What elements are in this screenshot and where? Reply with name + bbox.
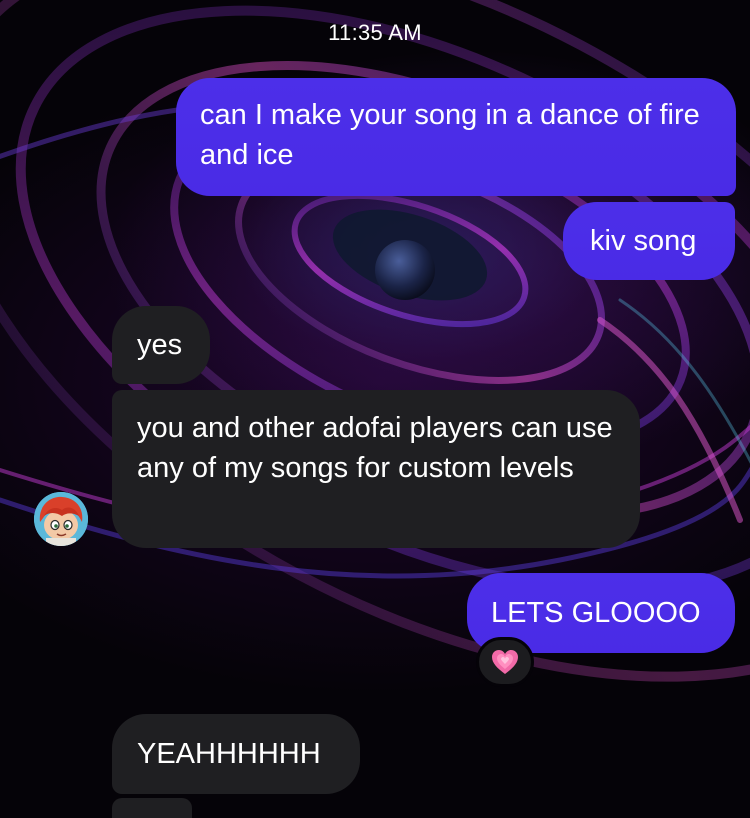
sent-message-bubble[interactable]: kiv song xyxy=(563,202,735,280)
timestamp: 11:35 AM xyxy=(328,20,422,45)
message-text: LETS GLOOOO xyxy=(491,597,701,629)
message-text: YEAHHHHHH xyxy=(137,738,321,770)
received-message-bubble-partial[interactable] xyxy=(112,798,192,818)
received-message-bubble[interactable]: yes xyxy=(112,306,210,384)
message-text: can I make your song in a dance of fire … xyxy=(200,99,700,171)
message-reaction[interactable] xyxy=(476,637,534,687)
message-text: yes xyxy=(137,329,183,361)
message-text: kiv song xyxy=(590,225,697,257)
sent-message-bubble[interactable]: can I make your song in a dance of fire … xyxy=(176,78,736,196)
received-message-bubble[interactable]: you and other adofai players can use any… xyxy=(112,390,640,548)
cartoon-avatar-icon xyxy=(34,492,88,546)
contact-avatar[interactable] xyxy=(34,492,88,546)
growing-heart-emoji-icon xyxy=(492,650,518,674)
received-message-bubble[interactable]: YEAHHHHHH xyxy=(112,714,360,794)
message-text: you and other adofai players can use any… xyxy=(137,412,613,484)
